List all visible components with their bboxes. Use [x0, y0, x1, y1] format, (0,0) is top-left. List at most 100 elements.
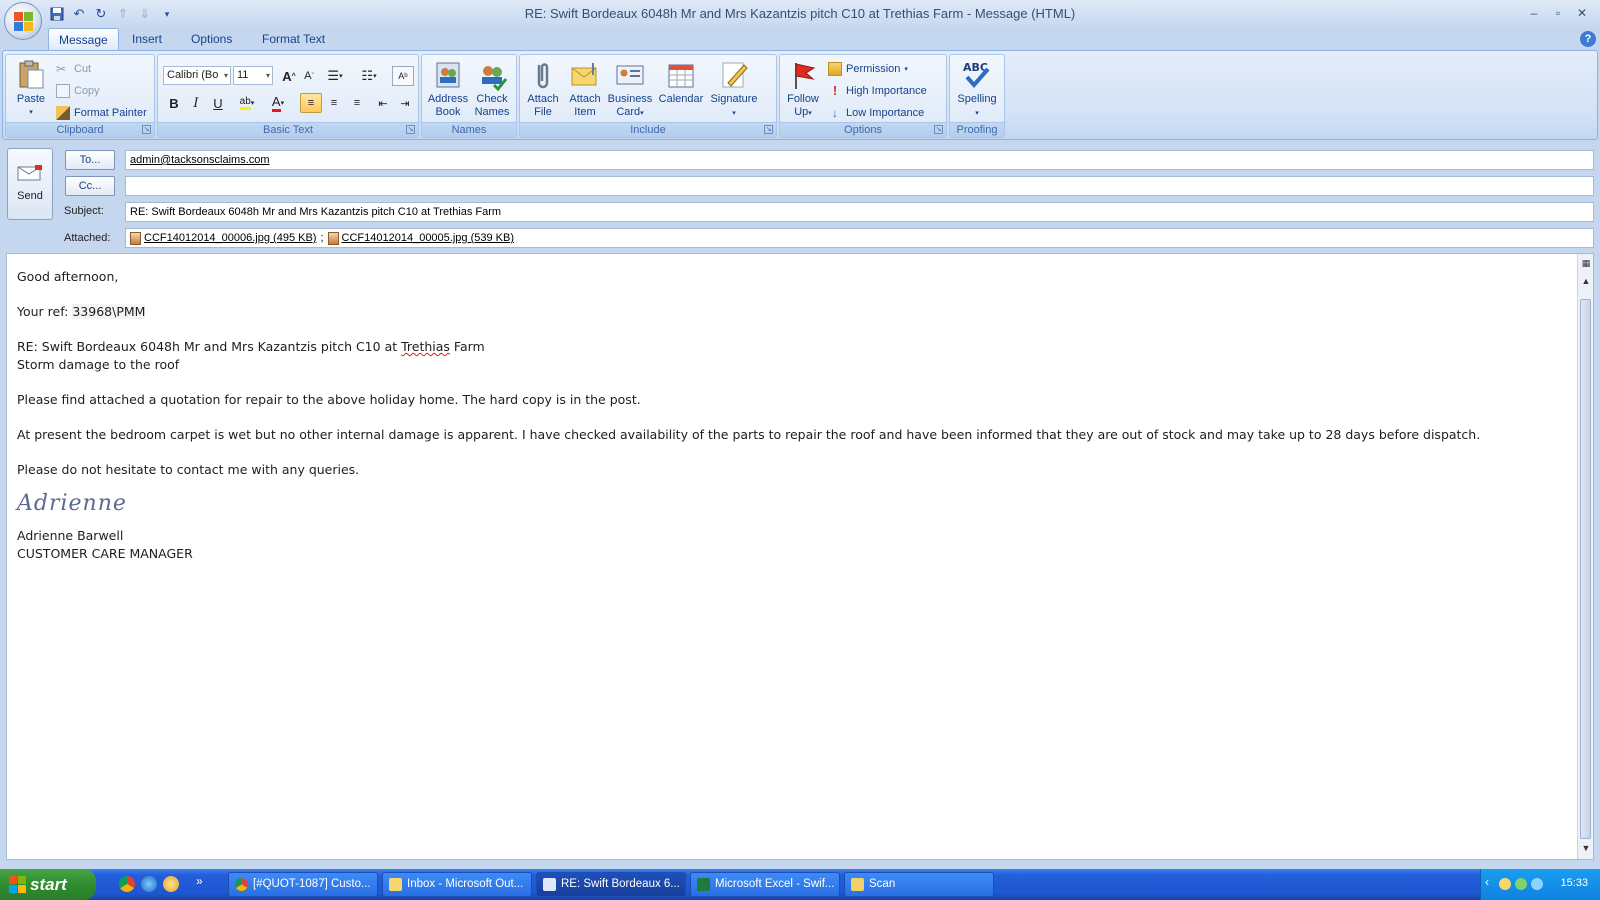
exclamation-icon: ! — [832, 83, 838, 98]
excel-icon — [697, 878, 710, 891]
system-tray: ‹ 15:33 — [1480, 869, 1600, 900]
decrease-indent-button[interactable]: ⇤ — [372, 93, 394, 113]
tray-network-icon[interactable] — [1515, 878, 1527, 890]
include-launcher-icon[interactable]: ↘ — [764, 125, 773, 134]
low-importance-button[interactable]: ↓ Low Importance — [828, 103, 924, 123]
office-logo-icon — [14, 12, 34, 32]
tray-expand-icon[interactable]: ‹ — [1485, 875, 1489, 889]
scroll-thumb[interactable] — [1580, 299, 1591, 839]
basic-text-launcher-icon[interactable]: ↘ — [406, 125, 415, 134]
attachment-separator: ; — [320, 232, 324, 244]
paintbrush-icon — [56, 106, 70, 120]
cut-label: Cut — [74, 63, 92, 75]
copy-button[interactable]: Copy — [56, 81, 100, 101]
title-bar: ↶ ↻ ⇑ ⇓ ▾ RE: Swift Bordeaux 6048h Mr an… — [0, 0, 1600, 28]
high-importance-label: High Importance — [846, 85, 927, 97]
subject-field[interactable]: RE: Swift Bordeaux 6048h Mr and Mrs Kaza… — [125, 202, 1594, 222]
cut-button[interactable]: ✂ Cut — [56, 59, 91, 79]
taskbar-item[interactable]: [#QUOT-1087] Custo... — [228, 872, 378, 897]
message-body[interactable]: Good afternoon, Your ref: 33968\PMM RE: … — [6, 253, 1594, 860]
scroll-down-icon[interactable]: ▼ — [1578, 843, 1594, 857]
attach-item-button[interactable]: Attach Item — [564, 59, 606, 119]
check-names-button[interactable]: Check Names — [470, 59, 514, 119]
tab-format-text[interactable]: Format Text — [252, 28, 335, 50]
to-field[interactable]: admin@tacksonsclaims.com — [125, 150, 1594, 170]
paste-button[interactable]: Paste ▾ — [10, 59, 52, 119]
cc-button[interactable]: Cc... — [65, 176, 115, 196]
options-group-label: Options — [780, 122, 946, 137]
calendar-icon — [668, 64, 694, 88]
tab-insert[interactable]: Insert — [122, 28, 172, 50]
grow-font-button[interactable]: A ^ — [278, 66, 300, 86]
ruler-toggle-icon[interactable]: ▦ — [1578, 258, 1594, 272]
attach-file-button[interactable]: Attach File — [522, 59, 564, 119]
internet-explorer-icon[interactable] — [141, 876, 157, 892]
address-book-icon — [436, 62, 460, 88]
office-button[interactable] — [4, 2, 42, 40]
italic-button[interactable]: I — [185, 93, 207, 113]
restore-button[interactable]: ▫ — [1546, 3, 1570, 23]
paste-icon — [19, 60, 44, 89]
business-card-button[interactable]: Business Card▾ — [606, 59, 654, 120]
follow-up-label-2: Up — [794, 106, 809, 118]
attachment-item[interactable]: CCF14012014_00006.jpg (495 KB) — [130, 229, 316, 247]
check-names-label-2: Names — [474, 106, 510, 118]
taskbar-item[interactable]: Microsoft Excel - Swif... — [690, 872, 840, 897]
font-name-dropdown[interactable]: Calibri (Bo ▾ — [163, 66, 231, 85]
clear-formatting-icon[interactable]: Aᵇ — [392, 66, 414, 86]
close-button[interactable]: ✕ — [1570, 3, 1594, 23]
message-text[interactable]: Good afternoon, Your ref: 33968\PMM RE: … — [17, 268, 1480, 563]
font-size-dropdown[interactable]: 11 ▾ — [233, 66, 273, 85]
to-button[interactable]: To... — [65, 150, 115, 170]
align-center-button[interactable]: ≡ — [323, 93, 345, 113]
help-icon[interactable]: ? — [1580, 31, 1596, 47]
bullets-icon[interactable]: ☰ ▾ — [324, 66, 346, 86]
start-button[interactable]: start — [0, 869, 96, 900]
attachment-item[interactable]: CCF14012014_00005.jpg (539 KB) — [327, 229, 514, 247]
cc-field[interactable] — [125, 176, 1594, 196]
send-button[interactable]: Send — [7, 148, 53, 220]
tab-options[interactable]: Options — [181, 28, 242, 50]
tray-volume-icon[interactable] — [1531, 878, 1543, 890]
align-left-button[interactable]: ≡ — [300, 93, 322, 113]
outlook-quick-icon[interactable] — [163, 876, 179, 892]
misspelled-word[interactable]: Trethias — [401, 339, 450, 354]
vertical-scrollbar[interactable]: ▦ ▲ ▼ — [1577, 254, 1593, 859]
scroll-up-icon[interactable]: ▲ — [1578, 276, 1594, 290]
options-launcher-icon[interactable]: ↘ — [934, 125, 943, 134]
to-recipient[interactable]: admin@tacksonsclaims.com — [130, 154, 270, 166]
taskbar: start » [#QUOT-1087] Custo... Inbox - Mi… — [0, 869, 1600, 900]
attachments-field[interactable]: CCF14012014_00006.jpg (495 KB) ; CCF1401… — [125, 228, 1594, 248]
tray-outlook-icon[interactable] — [1499, 878, 1511, 890]
follow-up-button[interactable]: Follow Up▾ — [782, 59, 824, 120]
bold-button[interactable]: B — [163, 93, 185, 113]
underline-button[interactable]: U — [207, 93, 229, 113]
minimize-button[interactable]: – — [1522, 3, 1546, 23]
shrink-font-button[interactable]: Aˇ — [298, 66, 320, 86]
font-color-button[interactable]: A ▾ — [264, 93, 292, 113]
permission-button[interactable]: Permission ▾ — [828, 59, 908, 79]
taskbar-item-active[interactable]: RE: Swift Bordeaux 6... — [536, 872, 686, 897]
high-importance-button[interactable]: ! High Importance — [828, 81, 927, 101]
numbering-icon[interactable]: ☷ ▾ — [358, 66, 380, 86]
increase-indent-button[interactable]: ⇥ — [394, 93, 416, 113]
paragraph-quotation: Please find attached a quotation for rep… — [17, 392, 641, 407]
calendar-label: Calendar — [658, 93, 704, 105]
address-book-button[interactable]: Address Book — [426, 59, 470, 119]
spelling-button[interactable]: ABC Spelling ▾ — [952, 59, 1002, 120]
signature-button[interactable]: Signature ▾ — [706, 59, 762, 120]
paragraph-damage: At present the bedroom carpet is wet but… — [17, 427, 1481, 442]
chrome-icon[interactable] — [119, 876, 135, 892]
more-quicklaunch-icon[interactable]: » — [196, 874, 203, 888]
tab-message[interactable]: Message — [48, 28, 119, 50]
align-right-button[interactable]: ≡ — [346, 93, 368, 113]
calendar-button[interactable]: Calendar — [656, 59, 706, 106]
attachment-name: CCF14012014_00006.jpg (495 KB) — [144, 232, 317, 244]
paragraph-contact: Please do not hesitate to contact me wit… — [17, 462, 360, 477]
taskbar-item[interactable]: Scan — [844, 872, 994, 897]
format-painter-button[interactable]: Format Painter — [56, 103, 147, 123]
clipboard-launcher-icon[interactable]: ↘ — [142, 125, 151, 134]
highlight-button[interactable]: ab ▾ — [233, 93, 261, 113]
taskbar-item[interactable]: Inbox - Microsoft Out... — [382, 872, 532, 897]
start-label: start — [30, 875, 67, 894]
